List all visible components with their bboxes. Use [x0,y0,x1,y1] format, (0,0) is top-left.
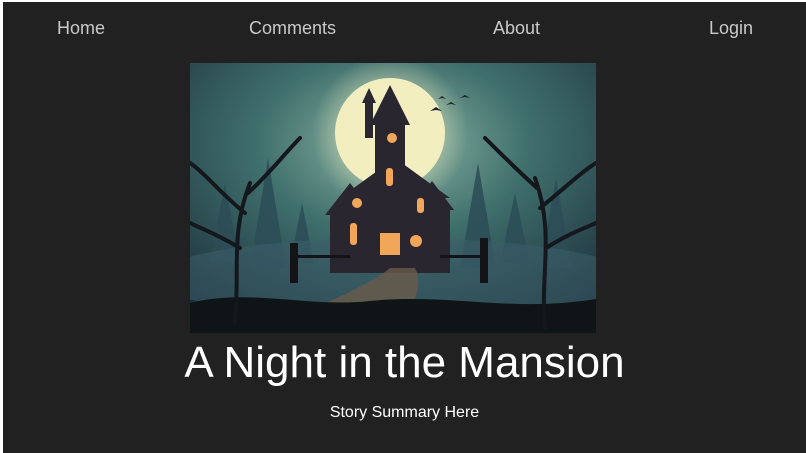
nav-home-link[interactable]: Home [57,16,105,40]
haunted-mansion-illustration [190,63,596,333]
top-nav: Home Comments About Login [3,2,806,54]
story-summary: Story Summary Here [329,404,480,421]
story-title: A Night in the Mansion [184,338,625,387]
hero-image [190,63,596,333]
nav-login-link[interactable]: Login [709,16,753,40]
page-frame: Home Comments About Login A Night in the… [3,2,806,453]
nav-about-link[interactable]: About [493,16,540,40]
nav-comments-link[interactable]: Comments [249,16,336,40]
